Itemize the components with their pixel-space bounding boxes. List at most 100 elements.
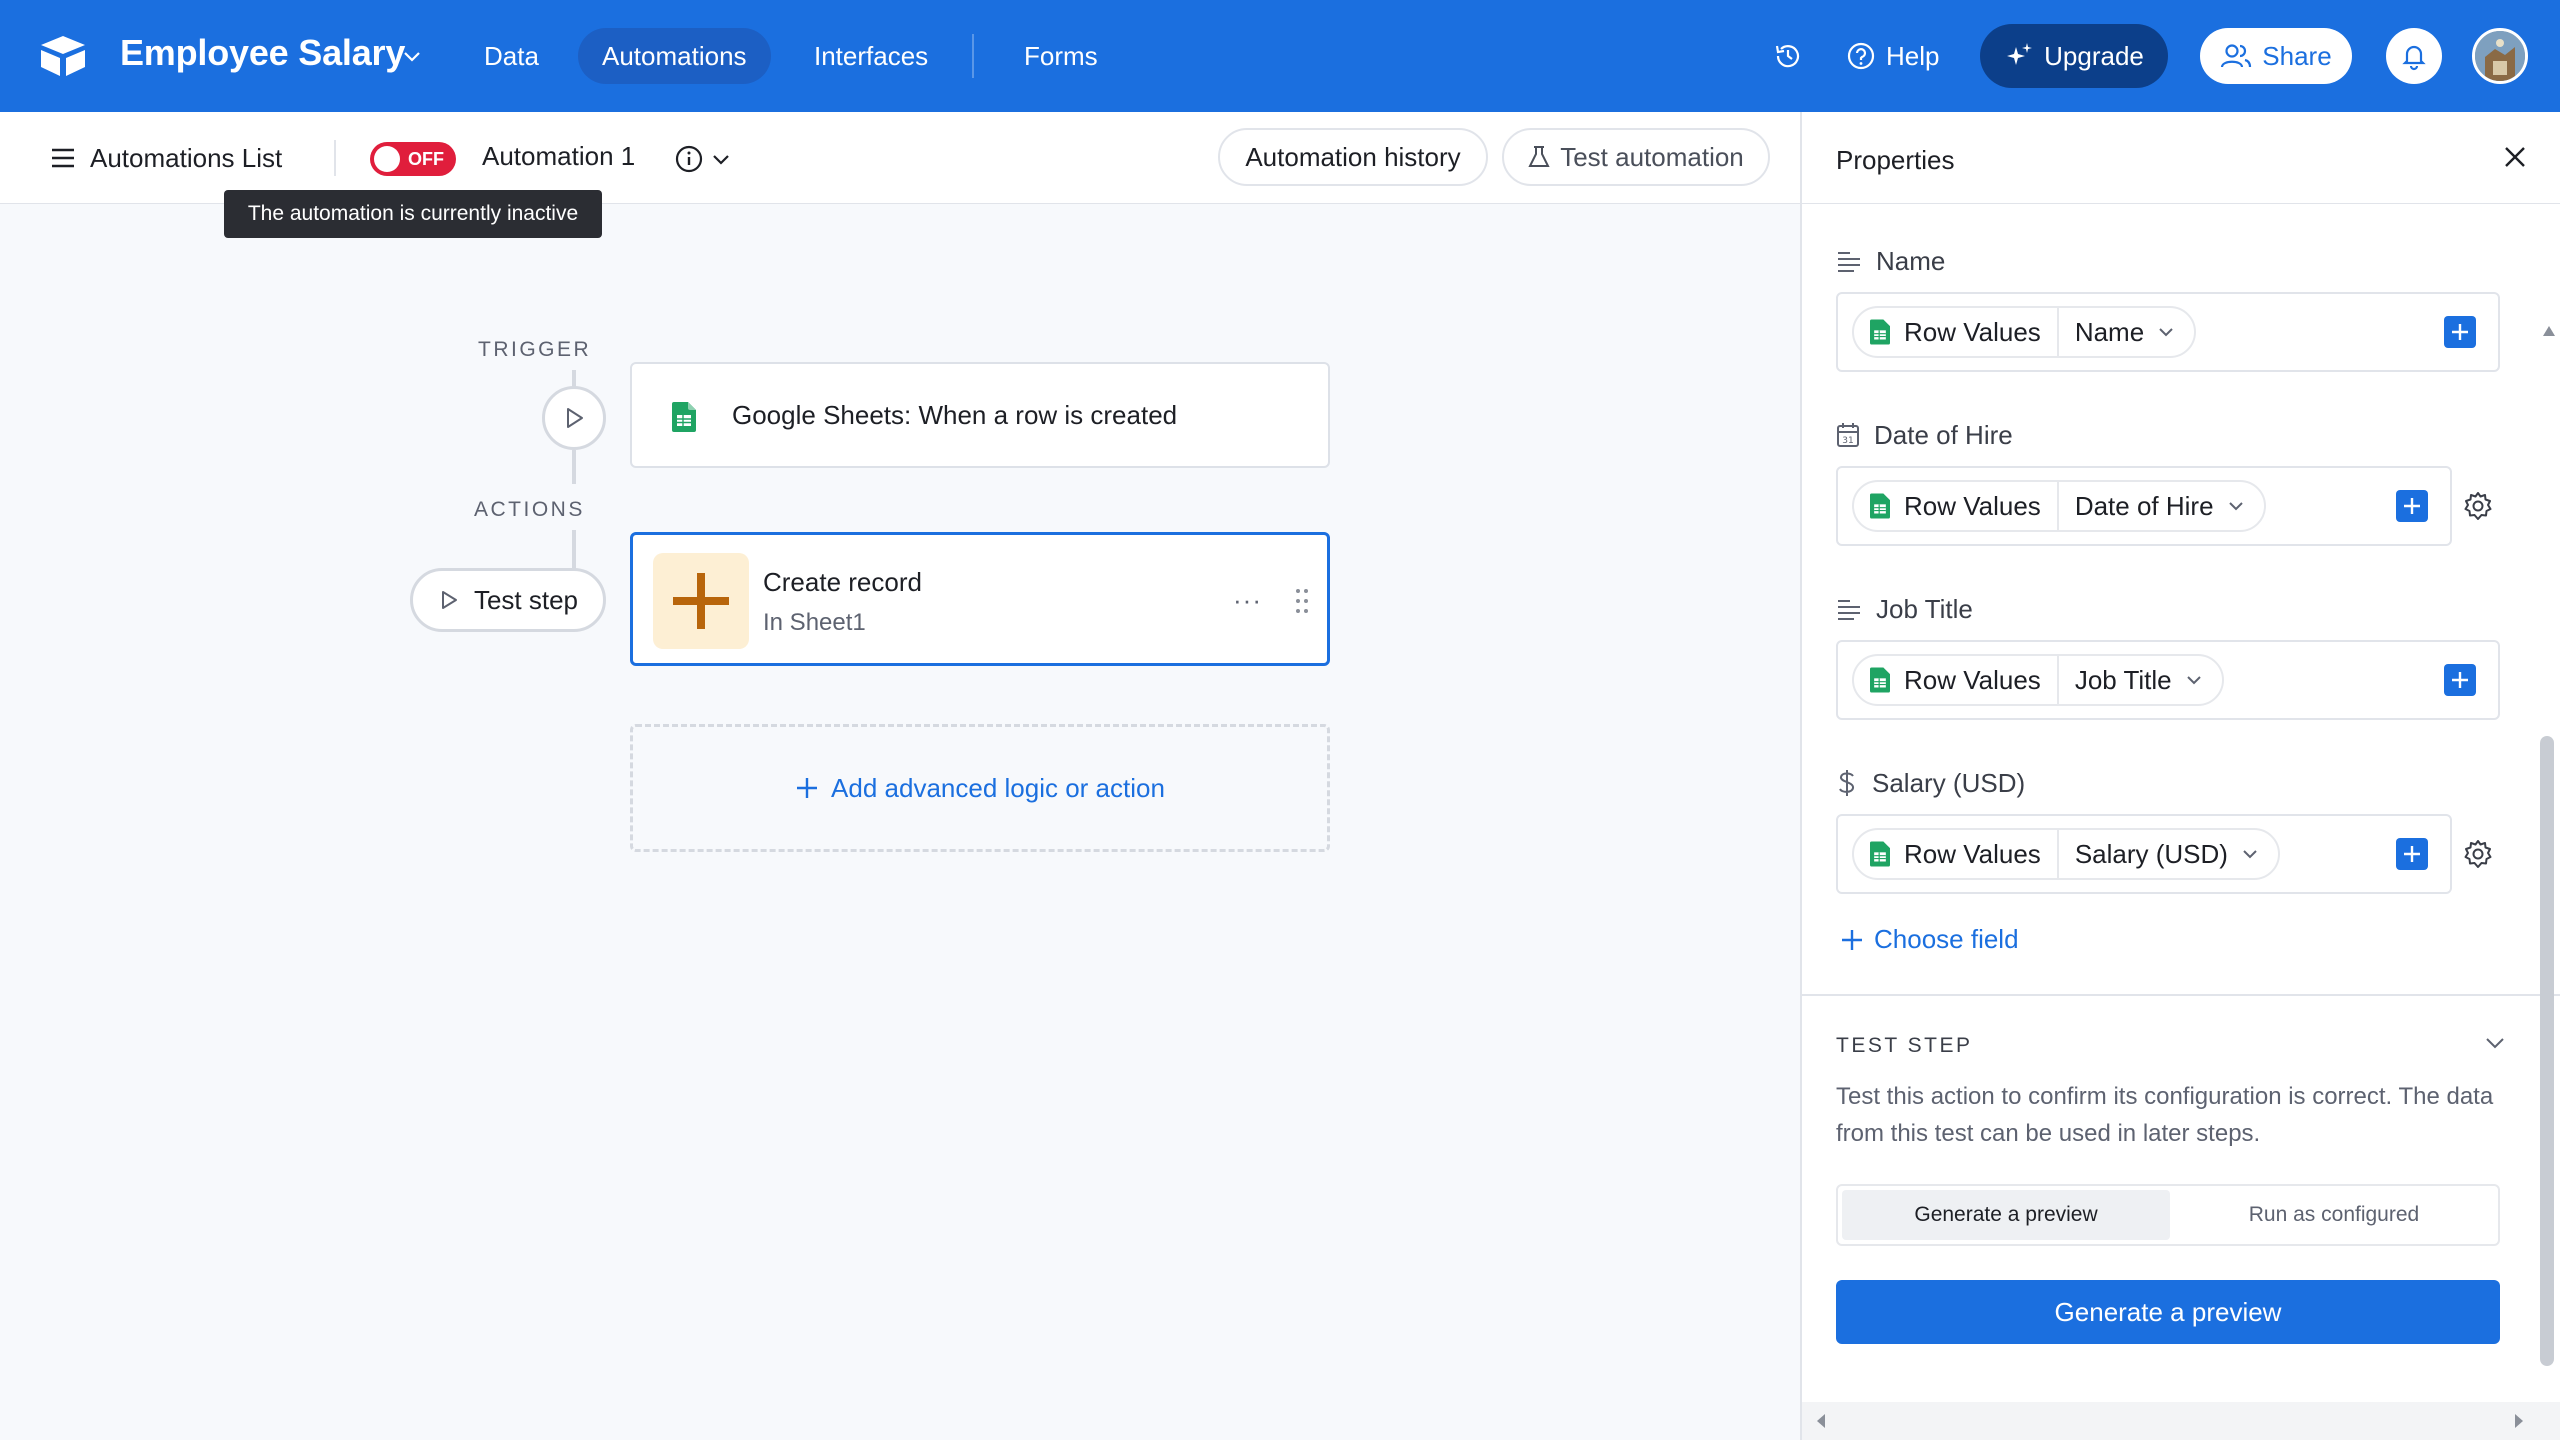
help-icon	[1847, 42, 1875, 70]
play-icon	[567, 408, 583, 428]
trigger-card[interactable]: Google Sheets: When a row is created	[630, 362, 1330, 468]
drag-handle-icon[interactable]	[1293, 587, 1311, 615]
token-pill[interactable]: Row Values Job Title	[1852, 654, 2224, 706]
test-step-description: Test this action to confirm its configur…	[1836, 1083, 2494, 1147]
close-icon[interactable]	[2500, 142, 2530, 172]
insert-token-button[interactable]	[2396, 838, 2428, 870]
field-label-text: Date of Hire	[1874, 419, 2013, 450]
plus-icon	[797, 778, 818, 798]
segment-generate-preview[interactable]: Generate a preview	[1842, 1190, 2170, 1240]
app-logo-icon[interactable]	[38, 34, 88, 78]
toggle-knob	[374, 146, 400, 172]
test-step-label: Test step	[473, 584, 579, 615]
nav-data[interactable]: Data	[460, 28, 563, 84]
automations-list-label: Automations List	[90, 142, 283, 173]
generate-preview-button[interactable]: Generate a preview	[1836, 1280, 2500, 1344]
chevron-down-icon[interactable]	[2482, 1030, 2508, 1056]
text-field-icon	[1838, 600, 1860, 620]
token-pill[interactable]: Row Values Name	[1852, 306, 2197, 358]
sparkle-icon	[2007, 43, 2033, 65]
avatar[interactable]	[2472, 28, 2528, 84]
avatar-image-icon	[2475, 31, 2525, 81]
action-card-create-record[interactable]: Create record In Sheet1 ···	[630, 532, 1330, 666]
info-icon[interactable]	[674, 144, 704, 174]
token-pill[interactable]: Row Values Date of Hire	[1852, 480, 2266, 532]
google-sheets-icon	[1870, 493, 1890, 519]
gear-icon[interactable]	[2462, 490, 2494, 522]
status-tooltip: The automation is currently inactive	[224, 190, 602, 238]
notifications-button[interactable]	[2386, 28, 2442, 84]
upgrade-button[interactable]: Upgrade	[1980, 24, 2168, 88]
nav-automations[interactable]: Automations	[578, 28, 771, 84]
chevron-down-icon[interactable]	[710, 148, 732, 170]
horizontal-scrollbar[interactable]	[1802, 1402, 2560, 1440]
share-label: Share	[2262, 40, 2332, 71]
automation-history-label: Automation history	[1245, 141, 1461, 172]
history-icon[interactable]	[1772, 40, 1804, 72]
scrollbar-thumb[interactable]	[2540, 736, 2554, 1366]
token-source: Row Values	[1904, 838, 2041, 869]
automation-history-button[interactable]: Automation history	[1218, 128, 1488, 186]
token-source: Row Values	[1904, 316, 2041, 347]
add-logic-button[interactable]: Add advanced logic or action	[630, 724, 1330, 852]
insert-token-button[interactable]	[2396, 490, 2428, 522]
bell-icon	[2402, 45, 2426, 71]
connector-line	[572, 530, 576, 570]
create-record-icon	[653, 553, 749, 649]
share-button[interactable]: Share	[2200, 28, 2352, 84]
automation-name[interactable]: Automation 1	[482, 141, 635, 172]
plus-icon	[673, 573, 729, 629]
insert-token-button[interactable]	[2444, 664, 2476, 696]
top-bar: Employee Salary Data Automations Interfa…	[0, 0, 2560, 112]
chevron-down-icon[interactable]	[400, 44, 424, 68]
nav-interfaces[interactable]: Interfaces	[790, 28, 952, 84]
segment-run-as-configured[interactable]: Run as configured	[2172, 1190, 2496, 1240]
gear-icon[interactable]	[2462, 838, 2494, 870]
token-source: Row Values	[1904, 664, 2041, 695]
trigger-label: TRIGGER	[478, 338, 592, 361]
trigger-title: Google Sheets: When a row is created	[732, 400, 1178, 430]
more-options-icon[interactable]: ···	[1233, 585, 1262, 616]
google-sheets-icon	[1870, 319, 1890, 345]
test-step-button[interactable]: Test step	[410, 568, 606, 632]
users-icon	[2221, 44, 2252, 68]
field-input-job-title[interactable]: Row Values Job Title	[1836, 640, 2500, 720]
scroll-left-icon[interactable]	[1812, 1411, 1832, 1431]
flask-icon	[1528, 146, 1550, 167]
nav-forms[interactable]: Forms	[1000, 28, 1122, 84]
add-logic-label: Add advanced logic or action	[831, 772, 1165, 803]
svg-text:31: 31	[1842, 436, 1853, 446]
token-value: Date of Hire	[2074, 490, 2214, 521]
insert-token-button[interactable]	[2444, 316, 2476, 348]
upgrade-label: Upgrade	[2044, 40, 2144, 71]
chevron-down-icon	[2228, 502, 2243, 511]
test-trigger-button[interactable]	[542, 386, 606, 450]
google-sheets-icon	[1870, 841, 1890, 867]
token-pill[interactable]: Row Values Salary (USD)	[1852, 828, 2280, 880]
base-title[interactable]: Employee Salary	[120, 32, 405, 74]
google-sheets-icon	[1870, 667, 1890, 693]
field-label-text: Name	[1876, 245, 1946, 276]
test-automation-label: Test automation	[1560, 141, 1744, 172]
nav-divider	[972, 34, 974, 78]
plus-icon	[2452, 672, 2468, 688]
test-mode-segmented-control: Generate a preview Run as configured	[1836, 1184, 2500, 1246]
automations-list-button[interactable]: Automations List	[50, 140, 282, 176]
field-label-date-of-hire: 31 Date of Hire	[1836, 418, 2013, 452]
choose-field-button[interactable]: Choose field	[1840, 924, 2019, 955]
plus-icon	[2404, 846, 2420, 862]
toolbar-divider	[334, 140, 336, 176]
scroll-right-icon[interactable]	[2508, 1411, 2528, 1431]
automation-toggle[interactable]: OFF	[370, 142, 456, 176]
help-button[interactable]: Help	[1846, 38, 1939, 74]
actions-label: ACTIONS	[474, 498, 585, 521]
play-icon	[441, 591, 457, 609]
chevron-down-icon	[2243, 850, 2257, 859]
test-automation-button[interactable]: Test automation	[1502, 128, 1770, 186]
field-input-date-of-hire[interactable]: Row Values Date of Hire	[1836, 466, 2452, 546]
field-input-salary[interactable]: Row Values Salary (USD)	[1836, 814, 2452, 894]
field-label-text: Salary (USD)	[1872, 767, 2026, 798]
field-input-name[interactable]: Row Values Name	[1836, 292, 2500, 372]
properties-title: Properties	[1836, 145, 1955, 175]
plus-icon	[2452, 324, 2468, 340]
